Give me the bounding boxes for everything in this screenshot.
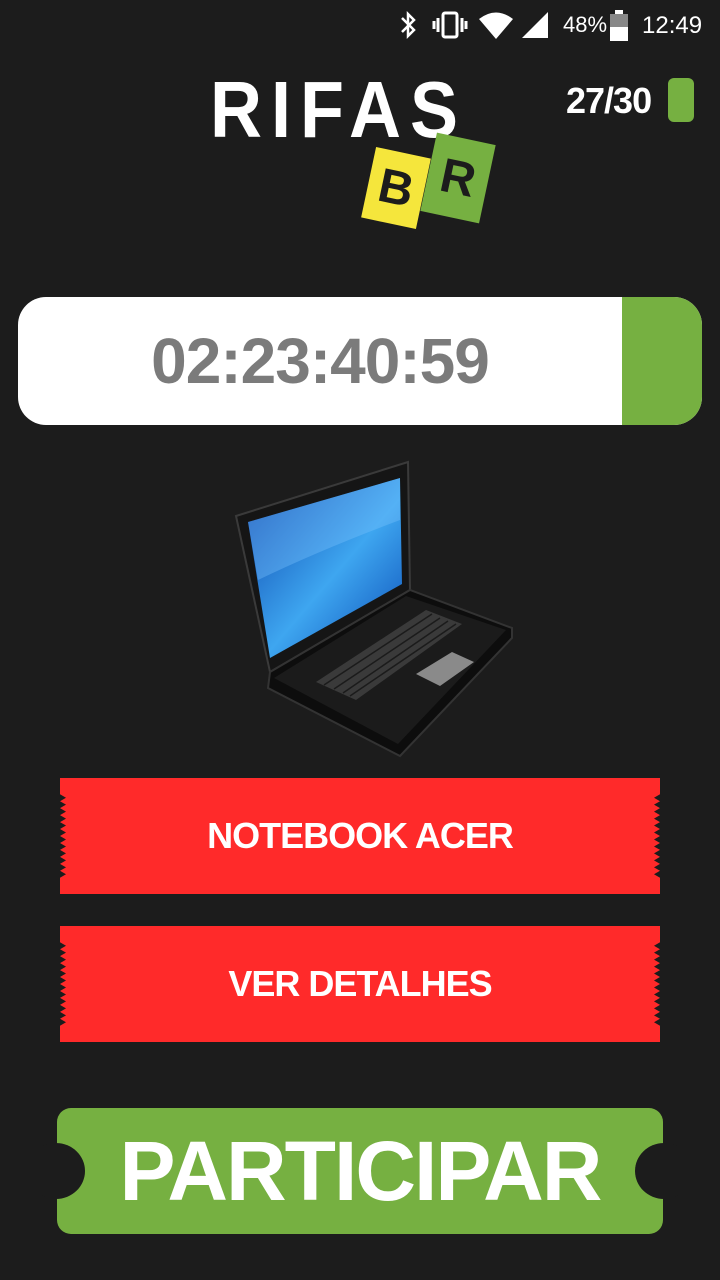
ticket-counter: 27/30	[566, 80, 652, 121]
view-details-button[interactable]: VER DETALHES	[60, 926, 660, 1042]
ticket-notch-left	[27, 1143, 85, 1199]
app-logo: RIFAS B R	[210, 70, 510, 245]
vibrate-icon	[432, 11, 468, 39]
participate-button[interactable]: PARTICIPAR	[27, 1108, 693, 1234]
countdown-timer: 02:23:40:59	[18, 297, 702, 425]
ticket-icon	[668, 78, 694, 122]
wifi-icon	[479, 12, 513, 39]
participate-label: PARTICIPAR	[119, 1123, 603, 1218]
bluetooth-icon	[401, 10, 416, 40]
logo-ticket-b: B	[361, 146, 431, 230]
status-bar: 48% 12:49	[0, 0, 720, 50]
battery-percent: 48%	[563, 12, 608, 37]
signal-icon	[522, 12, 548, 38]
product-name-button[interactable]: NOTEBOOK ACER	[60, 778, 660, 894]
laptop-image[interactable]	[230, 460, 520, 760]
logo-text: RIFAS	[210, 65, 468, 154]
battery-icon	[610, 10, 628, 41]
timer-indicator	[622, 297, 702, 425]
timer-value: 02:23:40:59	[151, 325, 490, 397]
ticket-notch-right	[635, 1143, 693, 1199]
clock: 12:49	[642, 12, 703, 39]
